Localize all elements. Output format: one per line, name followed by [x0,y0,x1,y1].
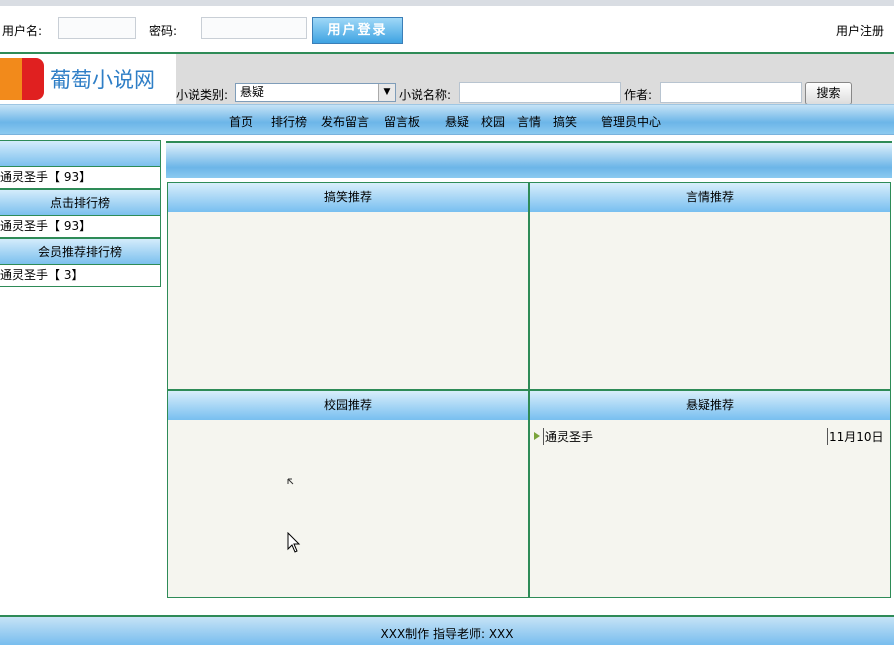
click-ranking-title: 点击排行榜 [0,189,161,216]
nav-admin-center[interactable]: 管理员中心 [601,113,661,130]
panel-title: 言情推荐 [530,183,890,212]
mystery-panel: 悬疑推荐 通灵圣手 11月10日 [529,390,891,598]
content-header [166,141,892,178]
panel-title: 悬疑推荐 [530,391,890,420]
logo-mark-icon [0,58,44,100]
nav-post-message[interactable]: 发布留言 [321,113,369,130]
logo-text: 葡萄小说网 [50,68,155,92]
cursor-artifact-icon [287,478,294,485]
username-label: 用户名: [2,24,43,38]
chevron-down-icon[interactable]: ▼ [378,84,395,101]
list-item[interactable]: 通灵圣手【 3】 [0,265,161,287]
nav-message-board[interactable]: 留言板 [384,113,420,130]
panel-title: 搞笑推荐 [168,183,528,212]
funny-panel: 搞笑推荐 [167,182,529,390]
nav-campus[interactable]: 校园 [481,113,505,130]
sidebar: 通灵圣手【 93】 点击排行榜 通灵圣手【 93】 会员推荐排行榜 通灵圣手【 … [0,140,161,287]
list-item: 通灵圣手 11月10日 [530,428,890,448]
category-label: 小说类别: [176,88,229,102]
list-item[interactable]: 通灵圣手【 93】 [0,216,161,238]
search-bar: 葡萄小说网 小说类别: 悬疑 ▼ 小说名称: 作者: 搜索 [0,52,894,105]
member-ranking-title: 会员推荐排行榜 [0,238,161,265]
nav-funny[interactable]: 搞笑 [553,113,577,130]
nav-mystery[interactable]: 悬疑 [445,113,469,130]
campus-panel: 校园推荐 [167,390,529,598]
category-value: 悬疑 [240,85,265,99]
category-select[interactable]: 悬疑 ▼ [235,83,396,102]
login-bar: 用户名: 密码: 用户登录 用户注册 [0,0,894,52]
novel-name-input[interactable] [459,82,621,103]
site-logo[interactable]: 葡萄小说网 [0,54,176,104]
novel-name-label: 小说名称: [399,88,452,102]
password-input[interactable] [201,17,307,39]
mouse-pointer-icon [287,532,301,553]
novel-link[interactable]: 通灵圣手 [543,428,593,445]
password-label: 密码: [149,24,178,38]
romance-panel: 言情推荐 [529,182,891,390]
nav-romance[interactable]: 言情 [517,113,541,130]
register-link[interactable]: 用户注册 [836,22,884,39]
search-button[interactable]: 搜索 [805,82,852,105]
author-label: 作者: [624,88,653,102]
author-input[interactable] [660,82,802,103]
login-button[interactable]: 用户登录 [312,17,403,44]
list-item[interactable]: 通灵圣手【 93】 [0,167,161,189]
footer-text: XXX制作 指导老师: XXX [380,627,514,641]
nav-ranking[interactable]: 排行榜 [271,113,307,130]
sidebar-header [0,140,161,167]
bullet-arrow-icon [534,432,540,440]
main-nav: 首页 排行榜 发布留言 留言板 悬疑 校园 言情 搞笑 管理员中心 [0,104,894,135]
novel-date: 11月10日 [827,428,884,445]
username-input[interactable] [58,17,136,39]
panel-title: 校园推荐 [168,391,528,420]
footer: XXX制作 指导老师: XXX [0,615,894,645]
nav-home[interactable]: 首页 [229,113,253,130]
